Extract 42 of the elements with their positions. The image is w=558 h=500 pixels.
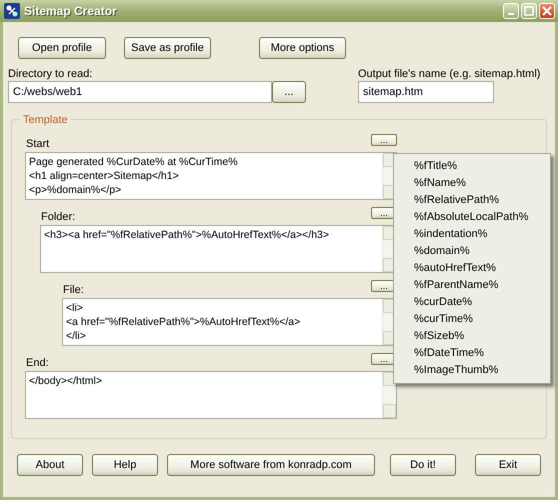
- template-editor[interactable]: Page generated %CurDate% at %CurTime% <h1 align=center>Sitemap</h1> <p>%domain%</p>: [25, 152, 397, 200]
- directory-field[interactable]: C:/webs/web1: [8, 81, 272, 103]
- menu-item[interactable]: %fDateTime%: [394, 345, 550, 362]
- menu-item[interactable]: %fName%: [394, 175, 550, 192]
- template-legend: Template: [20, 112, 71, 128]
- menu-item[interactable]: %fParentName%: [394, 277, 550, 294]
- menu-item[interactable]: %autoHrefText%: [394, 260, 550, 277]
- scrollbar[interactable]: [382, 372, 396, 418]
- menu-item[interactable]: %fRelativePath%: [394, 192, 550, 209]
- section-label: File:: [63, 283, 84, 298]
- menu-item[interactable]: %fAbsoluteLocalPath%: [394, 209, 550, 226]
- menu-item[interactable]: %curTime%: [394, 311, 550, 328]
- menu-item[interactable]: %ImageThumb%: [394, 362, 550, 379]
- minimize-button[interactable]: [503, 3, 519, 19]
- menu-item[interactable]: %indentation%: [394, 226, 550, 243]
- footer-button[interactable]: Help: [92, 454, 158, 476]
- browse-button[interactable]: ...: [272, 81, 306, 103]
- menu-item[interactable]: %fTitle%: [394, 158, 550, 175]
- menu-item[interactable]: %curDate%: [394, 294, 550, 311]
- menu-item[interactable]: %fSizeb%: [394, 328, 550, 345]
- section-label: End:: [26, 356, 49, 371]
- footer-button[interactable]: About: [17, 454, 83, 476]
- maximize-button[interactable]: [521, 3, 537, 19]
- section-label: Folder:: [41, 210, 76, 225]
- footer-button[interactable]: Do it!: [390, 454, 456, 476]
- section-label: Start: [26, 137, 50, 152]
- close-icon: [542, 6, 552, 16]
- close-button[interactable]: [539, 3, 555, 19]
- output-file-label: Output file's name (e.g. sitemap.html): [358, 68, 540, 81]
- template-editor[interactable]: </body></html>: [25, 371, 397, 419]
- output-file-field[interactable]: sitemap.htm: [358, 81, 494, 103]
- directory-label: Directory to read:: [8, 68, 94, 81]
- insert-button[interactable]: ...: [371, 134, 397, 146]
- toolbar-button[interactable]: More options: [259, 37, 346, 59]
- window-title: Sitemap Creator: [24, 3, 118, 20]
- toolbar-button[interactable]: Save as profile: [124, 37, 211, 59]
- footer-button[interactable]: More software from konradp.com: [167, 454, 375, 476]
- toolbar-button[interactable]: Open profile: [18, 37, 106, 59]
- sitemap-app-icon: [4, 3, 20, 19]
- menu-item[interactable]: %domain%: [394, 243, 550, 260]
- maximize-icon: [524, 6, 534, 16]
- footer-button[interactable]: Exit: [475, 454, 541, 476]
